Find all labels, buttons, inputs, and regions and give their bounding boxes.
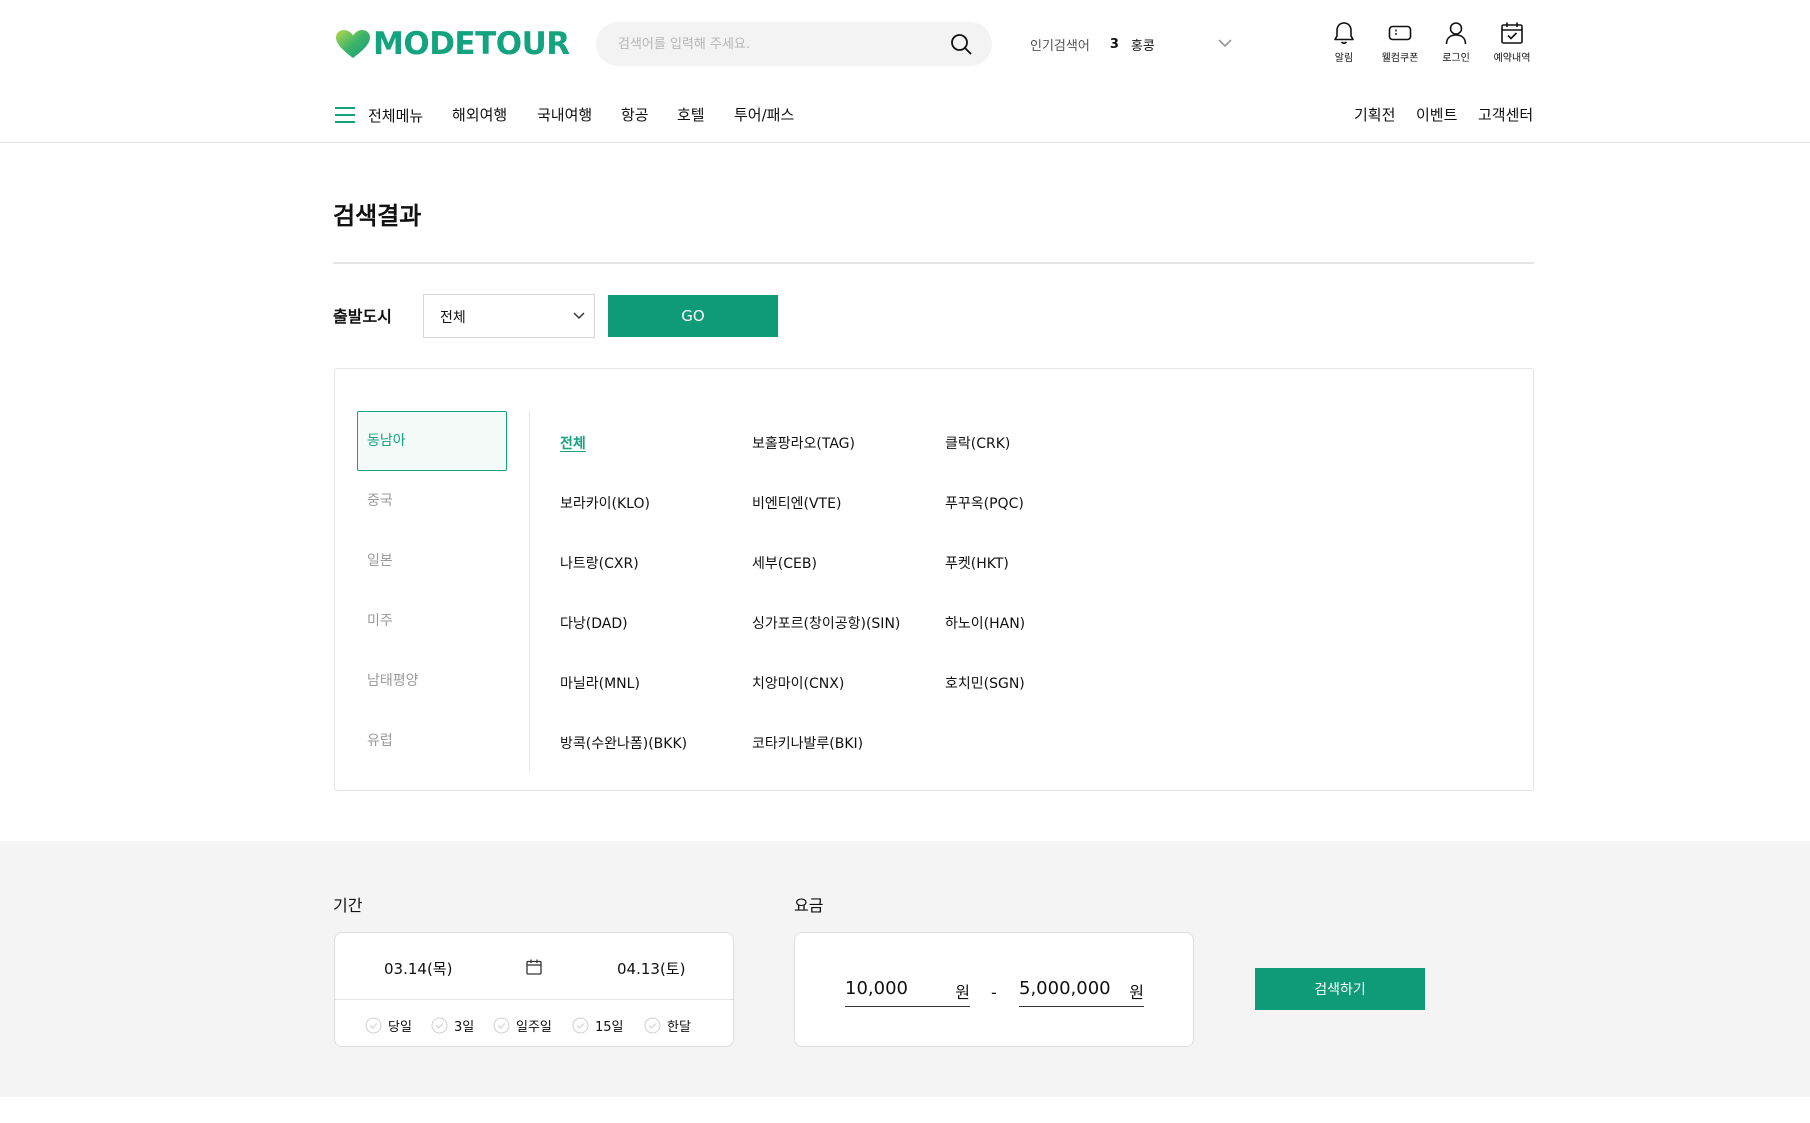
coupon-button[interactable]: 웰컴쿠폰	[1372, 20, 1428, 70]
nav-hotel[interactable]: 호텔	[677, 102, 705, 128]
search-icon[interactable]	[950, 33, 972, 55]
duration-option-sameday[interactable]: 당일	[365, 1015, 412, 1035]
region-panel: 동남아 중국 일본 미주 남태평양 유럽 전체 보라카이(KLO) 나트랑(CX…	[334, 368, 1534, 791]
city-item[interactable]: 비엔티엔(VTE)	[752, 493, 841, 513]
user-icon	[1445, 22, 1467, 45]
price-label: 요금	[794, 896, 824, 915]
all-menu-label: 전체메뉴	[368, 106, 424, 125]
departure-select-value: 전체	[440, 310, 466, 326]
city-item[interactable]: 세부(CEB)	[752, 553, 817, 573]
title-divider	[333, 262, 1534, 264]
duration-label: 당일	[388, 1019, 412, 1035]
price-min-field[interactable]: 10,000 원	[845, 973, 970, 1007]
check-circle-icon	[493, 1017, 510, 1033]
departure-select[interactable]: 전체	[423, 294, 595, 338]
page-title: 검색결과	[333, 202, 422, 230]
price-box: 10,000 원 - 5,000,000 원	[794, 932, 1194, 1047]
check-circle-icon	[431, 1017, 448, 1033]
duration-label: 한달	[667, 1019, 691, 1035]
region-tab-europe[interactable]: 유럽	[357, 711, 507, 771]
nav-event[interactable]: 이벤트	[1416, 102, 1457, 128]
alarm-button[interactable]: 알림	[1316, 20, 1372, 70]
nav-customer-center[interactable]: 고객센터	[1478, 102, 1533, 128]
price-separator: -	[991, 983, 997, 1002]
duration-option-week[interactable]: 일주일	[493, 1015, 552, 1035]
all-menu-button[interactable]: 전체메뉴	[334, 102, 423, 128]
region-tab-china[interactable]: 중국	[357, 471, 507, 531]
period-label: 기간	[333, 896, 363, 915]
login-label: 로그인	[1442, 53, 1470, 64]
popular-word[interactable]: 홍콩	[1131, 35, 1155, 54]
header: MODETOUR 인기검색어 3 홍콩 알림 웰컴쿠폰 로그인	[0, 0, 1810, 88]
city-item[interactable]: 호치민(SGN)	[945, 673, 1025, 693]
global-nav: 전체메뉴 해외여행 국내여행 항공 호텔 투어/패스 기획전 이벤트 고객센터	[0, 88, 1810, 143]
reservation-button[interactable]: 예약내역	[1484, 20, 1540, 70]
price-min-value: 10,000	[845, 978, 908, 999]
calendar-icon[interactable]	[525, 958, 543, 976]
city-item[interactable]: 전체	[560, 433, 586, 453]
coupon-label: 웰컴쿠폰	[1381, 53, 1419, 64]
logo-text: MODETOUR	[373, 26, 570, 62]
price-max-field[interactable]: 5,000,000 원	[1019, 973, 1144, 1007]
city-item[interactable]: 다낭(DAD)	[560, 613, 628, 633]
departure-label: 출발도시	[333, 307, 392, 326]
check-circle-icon	[644, 1017, 661, 1033]
city-item[interactable]: 코타키나발루(BKI)	[752, 733, 863, 753]
nav-overseas[interactable]: 해외여행	[452, 102, 507, 128]
city-item[interactable]: 방콕(수완나폼)(BKK)	[560, 733, 687, 753]
popular-keywords[interactable]: 인기검색어 3 홍콩	[1030, 34, 1155, 54]
login-button[interactable]: 로그인	[1428, 20, 1484, 70]
city-item[interactable]: 마닐라(MNL)	[560, 673, 640, 693]
search-submit-button[interactable]: 검색하기	[1255, 968, 1425, 1010]
city-item[interactable]: 하노이(HAN)	[945, 613, 1025, 633]
city-item[interactable]: 푸꾸옥(PQC)	[945, 493, 1024, 513]
nav-domestic[interactable]: 국내여행	[537, 102, 592, 128]
hamburger-icon	[335, 107, 355, 123]
duration-option-3days[interactable]: 3일	[431, 1015, 474, 1035]
region-tab-south-pacific[interactable]: 남태평양	[357, 651, 507, 711]
search-box	[596, 22, 992, 66]
price-unit: 원	[955, 983, 970, 1002]
date-start[interactable]: 03.14(목)	[384, 958, 452, 979]
heart-logo-icon	[336, 30, 370, 58]
modetour-logo[interactable]: MODETOUR	[335, 24, 570, 64]
city-item[interactable]: 클락(CRK)	[945, 433, 1010, 453]
popular-label: 인기검색어	[1030, 38, 1090, 54]
go-button[interactable]: GO	[608, 295, 778, 337]
price-max-value: 5,000,000	[1019, 978, 1111, 999]
duration-option-15days[interactable]: 15일	[572, 1015, 624, 1035]
nav-promotion[interactable]: 기획전	[1354, 102, 1395, 128]
city-item[interactable]: 푸켓(HKT)	[945, 553, 1009, 573]
duration-label: 일주일	[516, 1019, 552, 1035]
price-unit: 원	[1129, 983, 1144, 1002]
nav-flight[interactable]: 항공	[621, 102, 649, 128]
chevron-down-icon	[573, 312, 585, 320]
region-tab-southeast-asia[interactable]: 동남아	[357, 411, 507, 471]
search-input[interactable]	[618, 22, 938, 66]
chevron-down-icon[interactable]	[1216, 36, 1234, 50]
city-item[interactable]: 나트랑(CXR)	[560, 553, 639, 573]
popular-rank: 3	[1109, 36, 1119, 52]
region-divider	[529, 411, 530, 771]
date-end[interactable]: 04.13(토)	[617, 958, 685, 979]
reservation-label: 예약내역	[1493, 53, 1531, 64]
region-tab-japan[interactable]: 일본	[357, 531, 507, 591]
bell-icon	[1334, 22, 1354, 45]
calendar-check-icon	[1501, 22, 1523, 44]
period-divider	[335, 999, 733, 1000]
period-box: 03.14(목) 04.13(토) 당일 3일 일주일 15일 한달	[334, 932, 734, 1047]
city-item[interactable]: 싱가포르(창이공항)(SIN)	[752, 613, 900, 633]
duration-label: 3일	[454, 1019, 475, 1035]
nav-tour-pass[interactable]: 투어/패스	[734, 102, 794, 128]
duration-option-month[interactable]: 한달	[644, 1015, 691, 1035]
city-item[interactable]: 보홀팡라오(TAG)	[752, 433, 855, 453]
check-circle-icon	[572, 1017, 589, 1033]
region-tab-americas[interactable]: 미주	[357, 591, 507, 651]
city-item[interactable]: 보라카이(KLO)	[560, 493, 650, 513]
alarm-label: 알림	[1334, 53, 1354, 64]
duration-label: 15일	[595, 1019, 624, 1035]
ticket-icon	[1388, 25, 1412, 41]
city-item[interactable]: 치앙마이(CNX)	[752, 673, 844, 693]
check-circle-icon	[365, 1017, 382, 1033]
